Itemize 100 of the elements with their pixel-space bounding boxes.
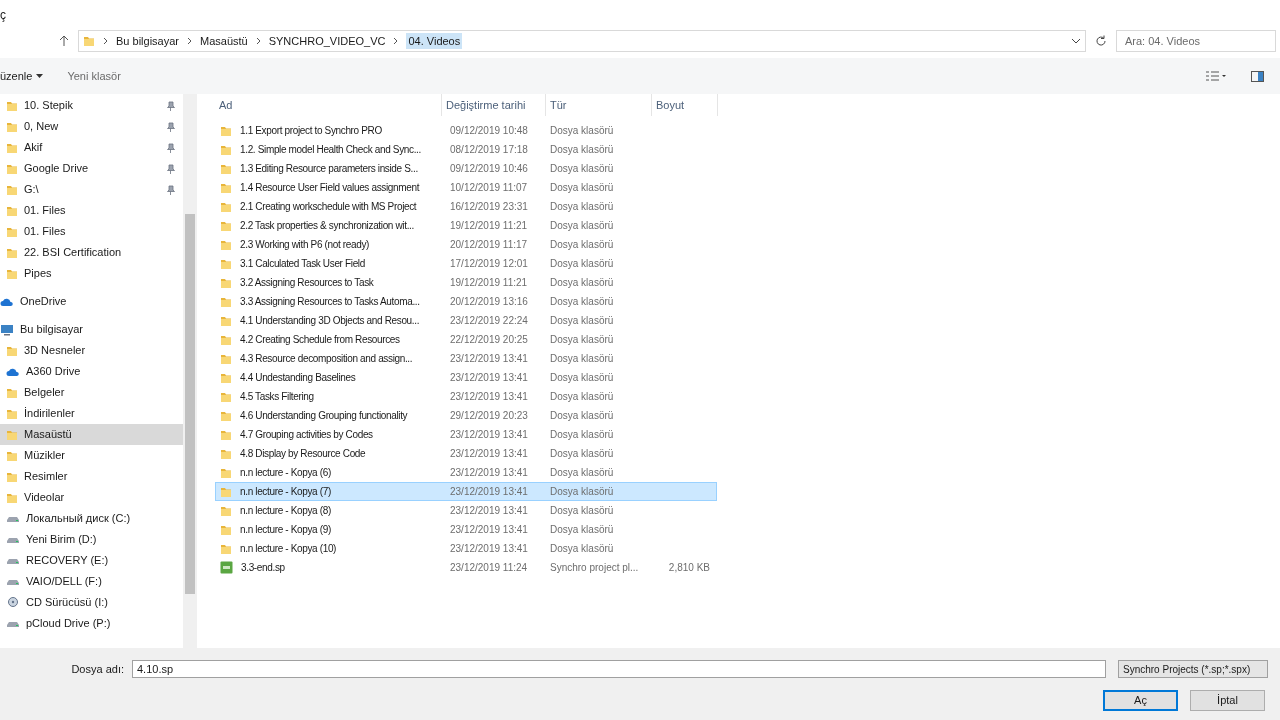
nav-item[interactable]: 01. Files: [0, 200, 183, 221]
nav-item[interactable]: Yeni Birim (D:): [0, 529, 183, 550]
nav-item[interactable]: Bu bilgisayar: [0, 319, 183, 340]
column-header[interactable]: Ad: [215, 94, 442, 116]
nav-item[interactable]: Akif: [0, 137, 183, 158]
file-row[interactable]: 4.5 Tasks Filtering 23/12/2019 13:41 Dosya klasörü: [215, 387, 717, 406]
nav-item[interactable]: 10. Stepik: [0, 95, 183, 116]
nav-item[interactable]: CD Sürücüsü (I:): [0, 592, 183, 613]
pin-icon: [166, 121, 175, 132]
date-cell-text: 09/12/2019 10:48: [449, 124, 529, 138]
file-row[interactable]: n.n lecture - Kopya (6) 23/12/2019 13:41 Dosya klasörü: [215, 463, 717, 482]
nav-item[interactable]: Videolar: [0, 487, 183, 508]
nav-item[interactable]: VAIO/DELL (F:): [0, 571, 183, 592]
file-name: 1.1 Export project to Synchro PRO: [240, 124, 382, 138]
search-field[interactable]: Ara: 04. Videos: [1116, 30, 1276, 52]
date-cell-text: 23/12/2019 13:41: [449, 523, 529, 537]
type-cell-text: Dosya klasörü: [549, 409, 615, 423]
folder-icon: [220, 124, 232, 137]
folder-icon: [220, 295, 232, 308]
file-row[interactable]: 4.1 Understanding 3D Objects and Resou... 23/12/2019 22:24 Dosya klasörü: [215, 311, 717, 330]
breadcrumb-item[interactable]: 04. Videos: [406, 32, 463, 50]
type-cell-text: Dosya klasörü: [549, 124, 615, 138]
nav-item[interactable]: Локальный диск (C:): [0, 508, 183, 529]
file-row[interactable]: 3.1 Calculated Task User Field 17/12/2019 12:01 Dosya klasörü: [215, 254, 717, 273]
file-row[interactable]: n.n lecture - Kopya (7) 23/12/2019 13:41 Dosya klasörü: [215, 482, 717, 501]
file-row[interactable]: 4.7 Grouping activities by Codes 23/12/2019 13:41 Dosya klasörü: [215, 425, 717, 444]
preview-pane-icon[interactable]: [1251, 70, 1264, 82]
file-row[interactable]: 1.1 Export project to Synchro PRO 09/12/2019 10:48 Dosya klasörü: [215, 121, 717, 140]
file-name: n.n lecture - Kopya (6): [240, 466, 331, 480]
file-row[interactable]: 1.4 Resource User Field values assignment 10/12/2019 11:07 Dosya klasörü: [215, 178, 717, 197]
file-row[interactable]: 4.8 Display by Resource Code 23/12/2019 13:41 Dosya klasörü: [215, 444, 717, 463]
folder-icon: [220, 371, 232, 384]
scrollbar[interactable]: [183, 94, 197, 648]
date-cell-text: 08/12/2019 17:18: [449, 143, 529, 157]
file-row[interactable]: 1.3 Editing Resource parameters inside S... 09/12/2019 10:46 Dosya klasörü: [215, 159, 717, 178]
file-row[interactable]: n.n lecture - Kopya (9) 23/12/2019 13:41 Dosya klasörü: [215, 520, 717, 539]
column-header[interactable]: Tür: [546, 94, 652, 116]
folder-icon: [220, 504, 232, 517]
cloud-icon: [6, 366, 20, 377]
file-row[interactable]: 4.3 Resource decomposition and assign... 23/12/2019 13:41 Dosya klasörü: [215, 349, 717, 368]
size-cell: 2,810 KB: [668, 562, 710, 573]
organize-button[interactable]: üzenle: [0, 67, 44, 85]
column-header[interactable]: Değiştirme tarihi: [442, 94, 546, 116]
nav-item[interactable]: Pipes: [0, 263, 183, 284]
nav-item[interactable]: A360 Drive: [0, 361, 183, 382]
folder-icon: [6, 120, 18, 133]
nav-item[interactable]: 3D Nesneler: [0, 340, 183, 361]
filename-field[interactable]: 4.10.sp: [132, 660, 1106, 678]
file-row[interactable]: n.n lecture - Kopya (10) 23/12/2019 13:41 Dosya klasörü: [215, 539, 717, 558]
date-cell-text: 23/12/2019 11:24: [449, 561, 529, 575]
file-row[interactable]: 3.3 Assigning Resources to Tasks Automa... 20/12/2019 13:16 Dosya klasörü: [215, 292, 717, 311]
nav-item[interactable]: OneDrive: [0, 291, 183, 312]
refresh-icon[interactable]: [1094, 34, 1108, 48]
type-cell-text: Dosya klasörü: [549, 295, 615, 309]
file-row[interactable]: 2.1 Creating workschedule with MS Project 16/12/2019 23:31 Dosya klasörü: [215, 197, 717, 216]
file-row[interactable]: 1.2. Simple model Health Check and Sync... 08/12/2019 17:18 Dosya klasörü: [215, 140, 717, 159]
file-row[interactable]: 4.4 Undestanding Baselines 23/12/2019 13:41 Dosya klasörü: [215, 368, 717, 387]
nav-item[interactable]: Müzikler: [0, 445, 183, 466]
type-cell-text: Dosya klasörü: [549, 466, 615, 480]
file-row[interactable]: 2.3 Working with P6 (not ready) 20/12/2019 11:17 Dosya klasörü: [215, 235, 717, 254]
date-cell-text: 09/12/2019 10:46: [449, 162, 529, 176]
nav-item[interactable]: 22. BSI Certification: [0, 242, 183, 263]
nav-item[interactable]: 01. Files: [0, 221, 183, 242]
nav-item[interactable]: Google Drive: [0, 158, 183, 179]
type-cell-text: Dosya klasörü: [549, 162, 615, 176]
nav-item[interactable]: Resimler: [0, 466, 183, 487]
column-header[interactable]: Boyut: [652, 94, 718, 116]
file-row[interactable]: n.n lecture - Kopya (8) 23/12/2019 13:41 Dosya klasörü: [215, 501, 717, 520]
nav-item[interactable]: Belgeler: [0, 382, 183, 403]
file-row[interactable]: 3.2 Assigning Resources to Task 19/12/2019 11:21 Dosya klasörü: [215, 273, 717, 292]
nav-item[interactable]: 0, New: [0, 116, 183, 137]
file-row[interactable]: 4.2 Creating Schedule from Resources 22/12/2019 20:25 Dosya klasörü: [215, 330, 717, 349]
file-type-dropdown[interactable]: Synchro Projects (*.sp;*.spx): [1118, 660, 1268, 678]
folder-icon: [220, 485, 232, 498]
file-row[interactable]: 3.3-end.sp 23/12/2019 11:24 Synchro project pl... 2,810 KB: [215, 558, 717, 577]
type-cell-text: Dosya klasörü: [549, 390, 615, 404]
up-arrow-icon[interactable]: [58, 35, 70, 47]
breadcrumb-item[interactable]: SYNCHRO_VIDEO_VC: [268, 32, 386, 50]
type-cell-text: Dosya klasörü: [549, 371, 615, 385]
file-name: 3.3-end.sp: [241, 561, 285, 575]
view-options-icon[interactable]: [1205, 71, 1227, 81]
breadcrumb-item[interactable]: Masaüstü: [200, 32, 248, 50]
file-row[interactable]: 4.6 Understanding Grouping functionality 29/12/2019 20:23 Dosya klasörü: [215, 406, 717, 425]
folder-icon: [6, 470, 18, 483]
nav-item[interactable]: RECOVERY (E:): [0, 550, 183, 571]
dialog-button[interactable]: İptal: [1190, 690, 1265, 711]
nav-item[interactable]: İndirilenler: [0, 403, 183, 424]
folder-icon: [6, 407, 18, 420]
nav-item[interactable]: G:\: [0, 179, 183, 200]
date-cell-text: 23/12/2019 13:41: [449, 504, 529, 518]
file-row[interactable]: 2.2 Task properties & synchronization wit... 19/12/2019 11:21 Dosya klasörü: [215, 216, 717, 235]
nav-item[interactable]: Masaüstü: [0, 424, 183, 445]
dropdown-icon[interactable]: [1071, 38, 1081, 44]
new-folder-button[interactable]: Yeni klasör: [67, 67, 121, 85]
breadcrumb-item[interactable]: Bu bilgisayar: [116, 32, 179, 50]
dialog-button[interactable]: Aç: [1103, 690, 1178, 711]
type-cell-text: Synchro project pl...: [549, 561, 640, 575]
file-name: 4.2 Creating Schedule from Resources: [240, 333, 400, 347]
address-bar[interactable]: Bu bilgisayar Masaüstü SYNCHRO_VIDEO_VC 04. Videos: [78, 30, 1086, 52]
nav-item[interactable]: pCloud Drive (P:): [0, 613, 183, 634]
